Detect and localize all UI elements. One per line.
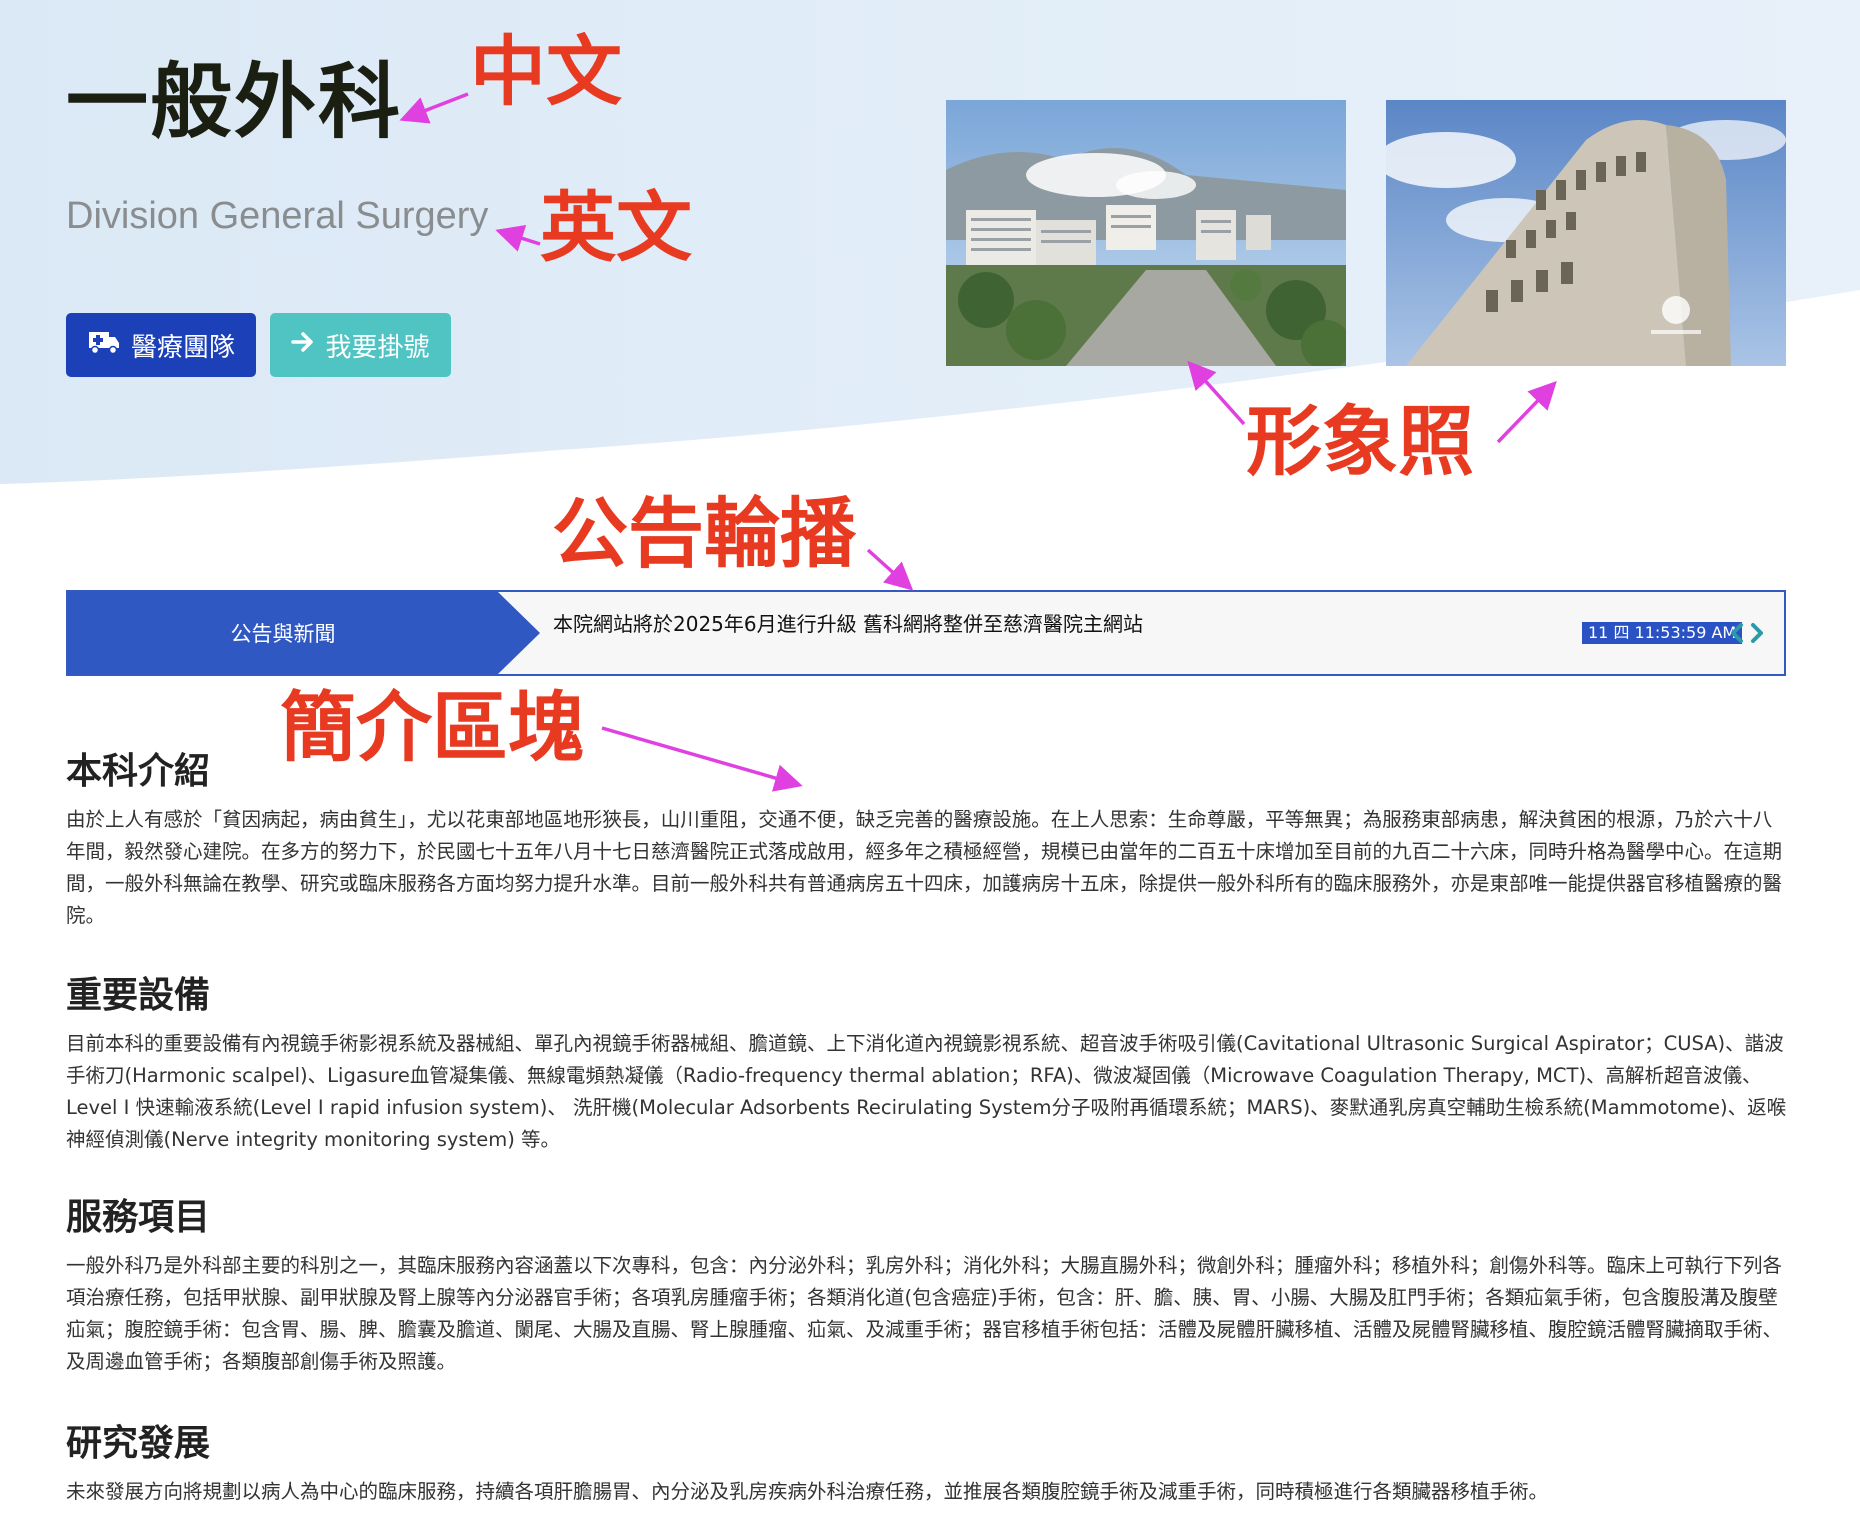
division-title-zh: 一般外科: [66, 55, 403, 150]
annotation-chinese: 中文: [470, 27, 622, 116]
medical-team-button[interactable]: 醫療團隊: [66, 313, 256, 377]
ticker-next-button[interactable]: [1748, 620, 1766, 646]
announcement-ticker: 公告與新聞 本院網站將於2025年6月進行升級 舊科網將整併至慈濟醫院主網站 1…: [66, 590, 1786, 676]
annotation-intro-block: 簡介區塊: [280, 683, 584, 772]
campus-aerial-photo: [946, 100, 1346, 366]
division-title-en: Division General Surgery: [66, 195, 489, 237]
section-body-equipment: 目前本科的重要設備有內視鏡手術影視系統及器械組、單孔內視鏡手術器械組、膽道鏡、上…: [66, 1032, 1787, 1151]
annotation-announcement-carousel: 公告輪播: [552, 489, 856, 578]
section-title-equipment: 重要設備: [66, 975, 211, 1016]
ticker-label: 公告與新聞: [230, 622, 336, 646]
annotation-image-photos: 形象照: [1246, 397, 1474, 486]
section-body-research: 未來發展方向將規劃以病人為中心的臨床服務，持續各項肝膽腸胃、內分泌及乳房疾病外科…: [66, 1480, 1549, 1503]
annotation-english: 英文: [540, 183, 692, 272]
page: 一般外科 Division General Surgery 醫療團隊 我要掛號: [0, 0, 1860, 1538]
arrow-right-icon: [291, 330, 315, 360]
medical-team-label: 醫療團隊: [130, 332, 235, 363]
ticker-prev-button[interactable]: [1728, 620, 1746, 646]
section-body-intro: 由於上人有感於「貧因病起，病由貧生」，尤以花東部地區地形狹長，山川重阻，交通不便…: [66, 808, 1783, 927]
section-title-research: 研究發展: [66, 1423, 211, 1464]
register-button[interactable]: 我要掛號: [270, 313, 451, 377]
ticker-timestamp: 11 四 11:53:59 AM: [1582, 622, 1743, 644]
chevron-left-icon: [1731, 623, 1743, 643]
hospital-building-photo: [1386, 100, 1786, 366]
section-body-services: 一般外科乃是外科部主要的科別之一，其臨床服務內容涵蓋以下次專科，包含：內分泌外科…: [66, 1254, 1783, 1373]
register-label: 我要掛號: [325, 332, 430, 363]
chevron-right-icon: [1751, 623, 1763, 643]
ambulance-icon: [87, 329, 121, 362]
ticker-news-link[interactable]: 本院網站將於2025年6月進行升級 舊科網將整併至慈濟醫院主網站: [553, 614, 1173, 635]
section-title-services: 服務項目: [66, 1197, 211, 1238]
section-title-intro: 本科介紹: [66, 751, 211, 792]
